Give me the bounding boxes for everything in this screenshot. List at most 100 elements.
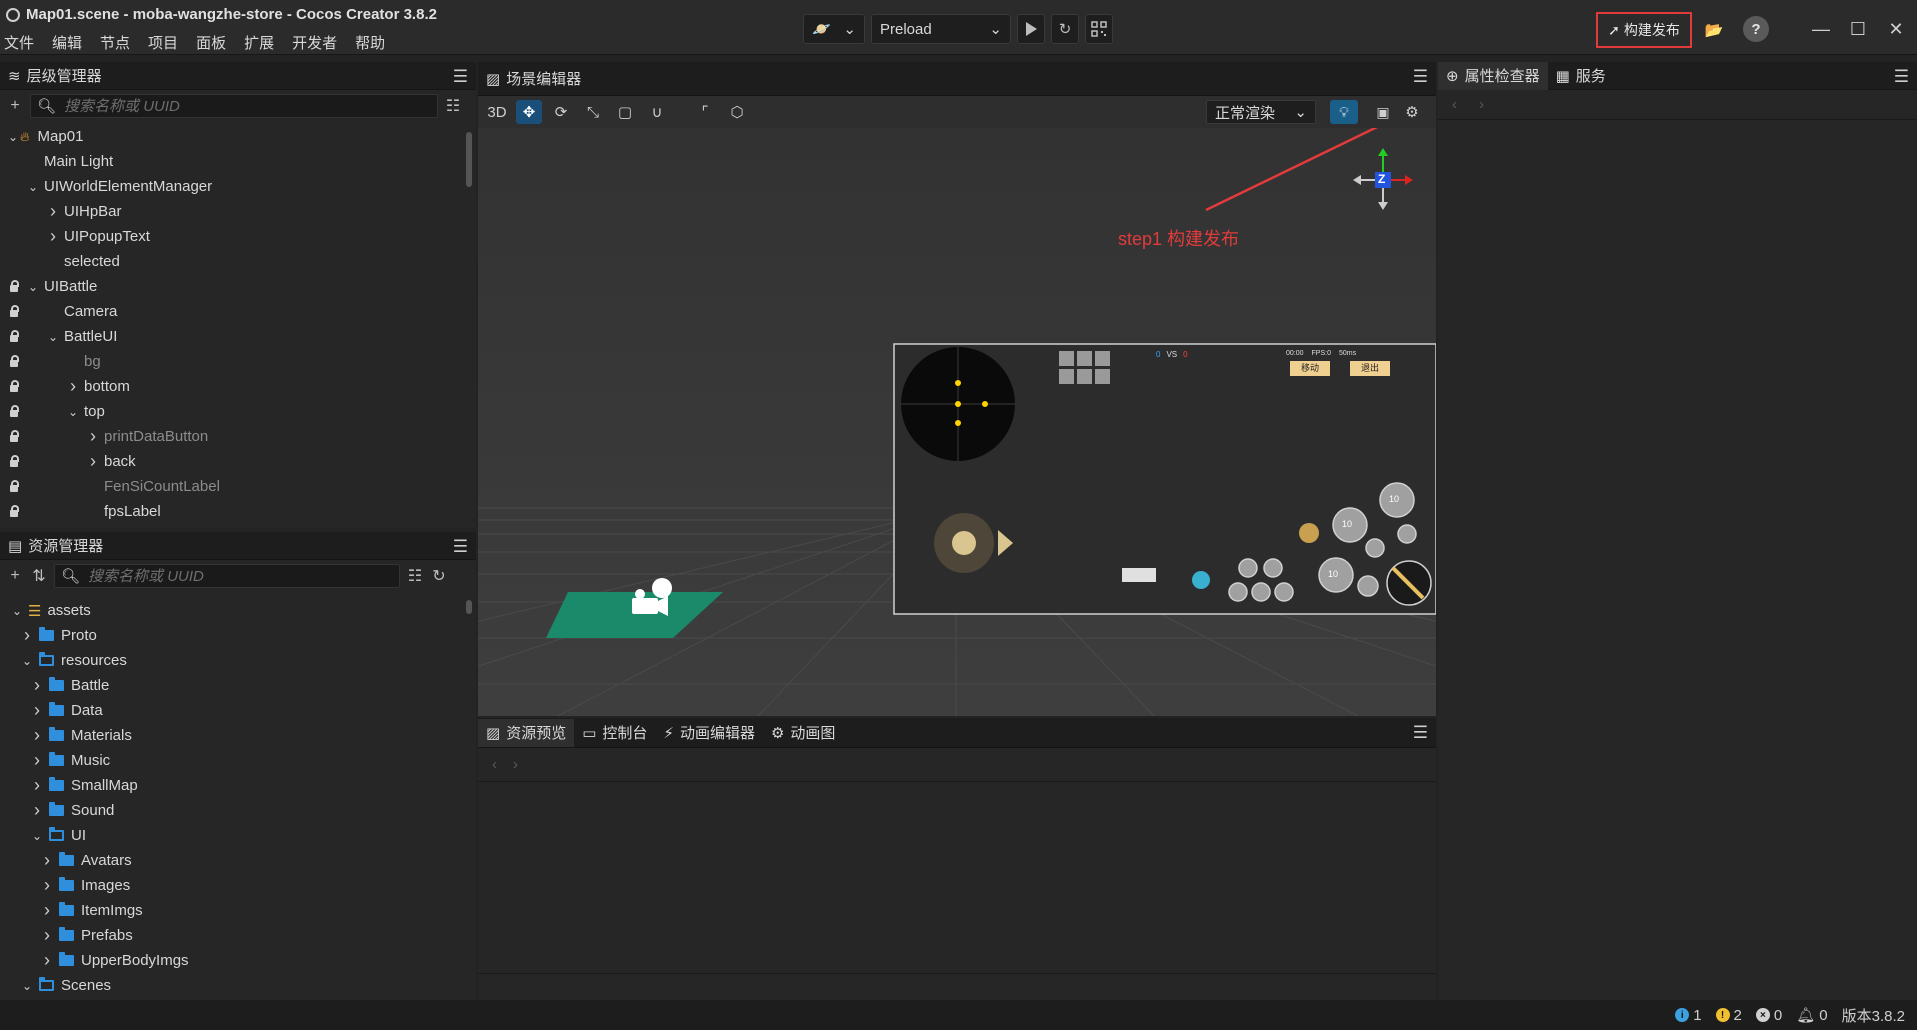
asset-node[interactable]: › Images — [0, 873, 476, 898]
chevron-right-icon[interactable]: › — [30, 725, 44, 746]
tab-animation-editor[interactable]: ⚡︎ 动画编辑器 — [655, 719, 763, 747]
chevron-right-icon[interactable]: › — [40, 900, 54, 921]
play-button[interactable] — [1017, 14, 1045, 44]
close-window-button[interactable]: ✕ — [1881, 14, 1911, 44]
hierarchy-node[interactable]: › back — [0, 449, 476, 474]
chevron-down-icon[interactable]: ⌄ — [26, 280, 40, 294]
chevron-right-icon[interactable]: › — [40, 950, 54, 971]
list-view-icon[interactable]: ☷ — [406, 566, 424, 586]
rotate-tool-button[interactable]: ⟳ — [548, 100, 574, 124]
asset-node[interactable]: ⌄ ☰ assets — [0, 598, 476, 623]
lock-icon[interactable] — [9, 280, 19, 292]
panel-menu-icon[interactable]: ☰ — [1413, 723, 1428, 743]
hierarchy-scrollbar[interactable] — [466, 132, 472, 187]
chevron-down-icon[interactable]: ⌄ — [20, 979, 34, 993]
status-info[interactable]: i 1 — [1675, 1007, 1702, 1024]
hierarchy-node[interactable]: fpsLabel — [0, 499, 476, 524]
tab-services[interactable]: ▦ 服务 — [1548, 62, 1614, 90]
chevron-right-icon[interactable]: › — [40, 875, 54, 896]
menu-project[interactable]: 项目 — [148, 32, 178, 53]
menu-file[interactable]: 文件 — [4, 32, 34, 53]
hierarchy-node[interactable]: FenSiCountLabel — [0, 474, 476, 499]
lock-icon[interactable] — [9, 330, 19, 342]
hierarchy-node[interactable]: › printDataButton — [0, 424, 476, 449]
refresh-button[interactable]: ↻ — [1051, 14, 1079, 44]
asset-node[interactable]: › Battle — [0, 673, 476, 698]
asset-node[interactable]: ⌄ UI — [0, 823, 476, 848]
chevron-right-icon[interactable]: › — [1479, 96, 1484, 113]
hierarchy-node[interactable]: Main Light — [0, 149, 476, 174]
qrcode-button[interactable] — [1085, 14, 1113, 44]
hierarchy-node[interactable]: Camera — [0, 299, 476, 324]
asset-node[interactable]: › UpperBodyImgs — [0, 948, 476, 973]
status-warn[interactable]: ! 2 — [1715, 1007, 1742, 1024]
status-notify[interactable]: 🔔︎ 0 — [1796, 1006, 1827, 1025]
pivot-button[interactable]: ⌜ — [692, 100, 718, 124]
scene-camera-button[interactable]: ▣ — [1370, 100, 1396, 124]
asset-node[interactable]: › Data — [0, 698, 476, 723]
lock-icon[interactable] — [9, 430, 19, 442]
hierarchy-node[interactable]: › UIHpBar — [0, 199, 476, 224]
tab-asset-preview[interactable]: ▨ 资源预览 — [478, 718, 575, 747]
chevron-right-icon[interactable]: › — [30, 675, 44, 696]
chevron-down-icon[interactable]: ⌄ — [26, 180, 40, 194]
menu-edit[interactable]: 编辑 — [52, 32, 82, 53]
asset-node[interactable]: › Materials — [0, 723, 476, 748]
chevron-right-icon[interactable]: › — [40, 850, 54, 871]
hierarchy-node[interactable]: › UIPopupText — [0, 224, 476, 249]
menu-developer[interactable]: 开发者 — [292, 32, 337, 53]
minimize-button[interactable]: — — [1806, 14, 1836, 44]
chevron-right-icon[interactable]: › — [30, 700, 44, 721]
tab-animation-graph[interactable]: ⚙ 动画图 — [763, 719, 843, 747]
panel-menu-icon[interactable]: ☰ — [453, 537, 468, 557]
lock-icon[interactable] — [9, 455, 19, 467]
chevron-left-icon[interactable]: ‹ — [1452, 96, 1457, 113]
sort-icon[interactable]: ⇅ — [30, 566, 48, 586]
move-tool-button[interactable]: ✥ — [516, 100, 542, 124]
hierarchy-node[interactable]: ⌄ UIWorldElementManager — [0, 174, 476, 199]
hierarchy-node[interactable]: ⌄ 🔥︎ Map01 — [0, 124, 476, 149]
asset-node[interactable]: › Avatars — [0, 848, 476, 873]
snap-tool-button[interactable]: ∪ — [644, 100, 670, 124]
lock-icon[interactable] — [9, 380, 19, 392]
lock-icon[interactable] — [9, 480, 19, 492]
tab-inspector[interactable]: ⊕ 属性检查器 — [1438, 61, 1548, 90]
chevron-down-icon[interactable]: ⌄ — [6, 130, 20, 144]
asset-node[interactable]: ⌄ resources — [0, 648, 476, 673]
assets-search-input[interactable] — [88, 567, 393, 585]
chevron-right-icon[interactable]: › — [46, 226, 60, 247]
preview-scene-select[interactable]: Preload ⌄ — [871, 14, 1011, 44]
refresh-icon[interactable]: ↻ — [430, 566, 448, 586]
menu-help[interactable]: 帮助 — [355, 32, 385, 53]
lock-icon[interactable] — [9, 505, 19, 517]
scene-settings-button[interactable]: ⚙ — [1400, 100, 1424, 124]
hierarchy-search-input[interactable] — [64, 97, 425, 115]
chevron-right-icon[interactable]: › — [46, 201, 60, 222]
global-local-button[interactable]: ⬡ — [724, 100, 750, 124]
scene-light-button[interactable]: 💡︎ — [1330, 100, 1358, 124]
rect-tool-button[interactable]: ▢ — [612, 100, 638, 124]
help-button[interactable]: ? — [1743, 16, 1769, 42]
panel-menu-icon[interactable]: ☰ — [1894, 67, 1909, 87]
maximize-button[interactable]: ☐ — [1843, 14, 1873, 44]
chevron-right-icon[interactable]: › — [86, 426, 100, 447]
asset-node[interactable]: › Prefabs — [0, 923, 476, 948]
build-publish-button[interactable]: ➚ 构建发布 — [1596, 12, 1692, 48]
chevron-right-icon[interactable]: › — [30, 750, 44, 771]
open-project-folder-button[interactable]: 📂 — [1700, 16, 1728, 44]
chevron-right-icon[interactable]: › — [513, 756, 518, 773]
chevron-right-icon[interactable]: › — [30, 800, 44, 821]
lock-icon[interactable] — [9, 405, 19, 417]
add-node-icon[interactable]: + — [6, 97, 24, 115]
menu-panel[interactable]: 面板 — [196, 32, 226, 53]
hierarchy-node[interactable]: ⌄ BattleUI — [0, 324, 476, 349]
panel-menu-icon[interactable]: ☰ — [1413, 67, 1428, 87]
hierarchy-node[interactable]: bg — [0, 349, 476, 374]
platform-select[interactable]: 🪐 ⌄ — [803, 14, 865, 44]
asset-node[interactable]: › ItemImgs — [0, 898, 476, 923]
chevron-down-icon[interactable]: ⌄ — [46, 330, 60, 344]
chevron-down-icon[interactable]: ⌄ — [10, 604, 24, 618]
chevron-down-icon[interactable]: ⌄ — [66, 405, 80, 419]
asset-node[interactable]: › Sound — [0, 798, 476, 823]
asset-node[interactable]: › Music — [0, 748, 476, 773]
